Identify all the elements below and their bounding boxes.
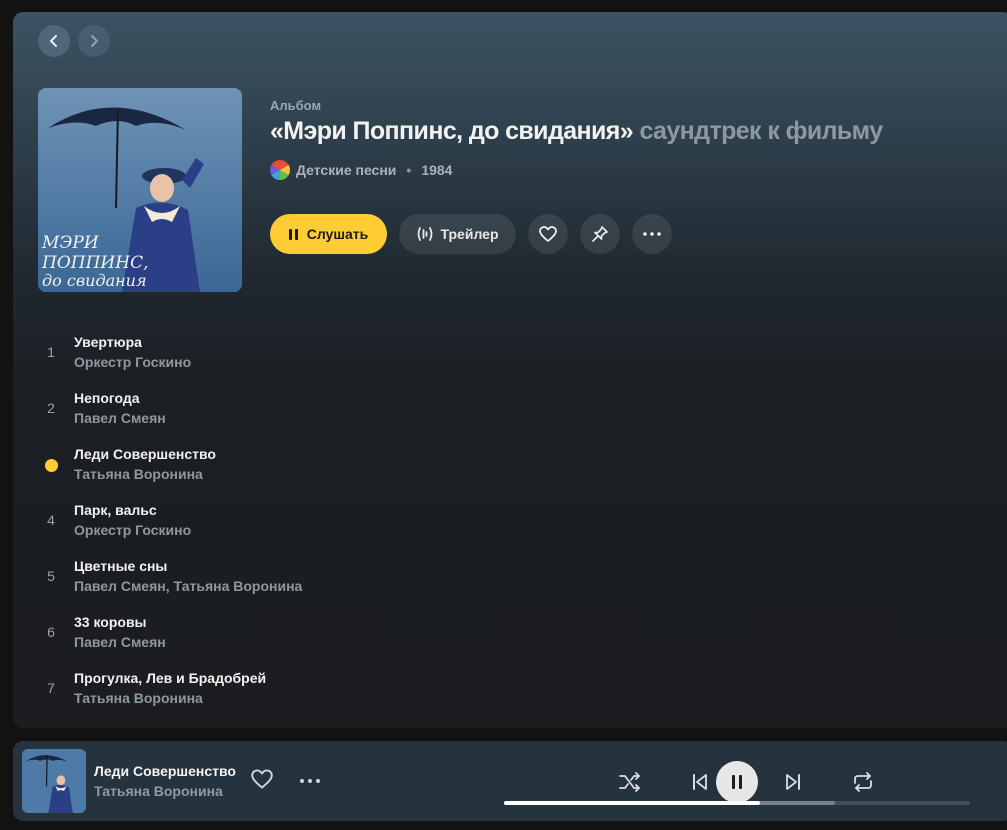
player-track-title[interactable]: Леди Совершенство [94, 763, 236, 779]
track-number: 1 [47, 344, 55, 360]
pause-icon [732, 775, 742, 789]
player-bar: Леди Совершенство Татьяна Воронина [13, 741, 1007, 821]
listen-label: Слушать [306, 226, 369, 242]
album-meta: Детские песни • 1984 [270, 160, 452, 180]
track-row[interactable]: 4 Парк, вальс Оркестр Госкино [38, 502, 638, 558]
next-button[interactable] [773, 762, 813, 802]
track-number: 2 [47, 400, 55, 416]
track-artist[interactable]: Павел Смеян [74, 634, 166, 650]
trailer-label: Трейлер [440, 226, 499, 242]
track-artist[interactable]: Татьяна Воронина [74, 466, 203, 482]
forward-button[interactable] [78, 25, 110, 57]
track-title[interactable]: Цветные сны [74, 558, 167, 574]
album-cover: МЭРИ ПОППИНС, до свидания [38, 88, 242, 292]
artist-link[interactable]: Детские песни [296, 162, 396, 178]
more-options-button[interactable] [632, 214, 672, 254]
listen-button[interactable]: Слушать [270, 214, 387, 254]
previous-button[interactable] [680, 762, 720, 802]
artist-avatar[interactable] [270, 160, 290, 180]
progress-played [504, 801, 761, 805]
track-row[interactable]: 1 Увертюра Оркестр Госкино [38, 334, 638, 390]
tracklist: 1 Увертюра Оркестр Госкино 2 Непогода Па… [38, 334, 638, 726]
album-actions: Слушать Трейлер [270, 214, 672, 254]
track-number: 6 [47, 624, 55, 640]
track-title[interactable]: Непогода [74, 390, 140, 406]
track-row[interactable]: 6 33 коровы Павел Смеян [38, 614, 638, 670]
track-title[interactable]: 33 коровы [74, 614, 147, 630]
shuffle-icon [619, 772, 640, 792]
album-type-label: Альбом [270, 98, 322, 113]
track-artist[interactable]: Павел Смеян, Татьяна Воронина [74, 578, 302, 594]
album-title: «Мэри Поппинс, до свидания» саундтрек к … [270, 117, 883, 146]
track-artist[interactable]: Павел Смеян [74, 410, 166, 426]
next-icon [786, 774, 800, 790]
more-dots-icon [643, 232, 661, 236]
previous-icon [693, 774, 707, 790]
track-row-playing[interactable]: Леди Совершенство Татьяна Воронина [38, 446, 638, 502]
track-title[interactable]: Прогулка, Лев и Брадобрей [74, 670, 266, 686]
more-dots-icon [300, 779, 320, 783]
track-number: 4 [47, 512, 55, 528]
track-row[interactable]: 7 Прогулка, Лев и Брадобрей Татьяна Воро… [38, 670, 638, 726]
track-artist[interactable]: Оркестр Госкино [74, 354, 191, 370]
repeat-icon [854, 772, 872, 792]
track-number: 5 [47, 568, 55, 584]
pin-button[interactable] [580, 214, 620, 254]
track-row[interactable]: 5 Цветные сны Павел Смеян, Татьяна Ворон… [38, 558, 638, 614]
player-like-button[interactable] [251, 769, 273, 794]
track-title[interactable]: Увертюра [74, 334, 142, 350]
now-playing-indicator [45, 459, 58, 472]
repeat-button[interactable] [843, 762, 883, 802]
chevron-left-icon [50, 35, 57, 47]
track-number: 7 [47, 680, 55, 696]
svg-text:до свидания: до свидания [42, 271, 147, 290]
progress-bar[interactable] [504, 801, 970, 805]
player-track-artist[interactable]: Татьяна Воронина [94, 783, 223, 799]
sound-wave-icon [418, 227, 433, 241]
album-title-main: «Мэри Поппинс, до свидания» [270, 117, 634, 145]
cover-title-text: МЭРИ [41, 233, 100, 253]
track-title[interactable]: Леди Совершенство [74, 446, 216, 462]
player-more-button[interactable] [299, 771, 321, 796]
player-cover[interactable] [22, 749, 86, 813]
album-year: 1984 [421, 162, 453, 178]
meta-separator: • [406, 162, 412, 178]
album-version: саундтрек к фильму [639, 117, 883, 145]
trailer-button[interactable]: Трейлер [399, 214, 516, 254]
heart-icon [251, 769, 273, 789]
track-artist[interactable]: Татьяна Воронина [74, 690, 203, 706]
track-artist[interactable]: Оркестр Госкино [74, 522, 191, 538]
heart-icon [539, 226, 557, 242]
chevron-right-icon [91, 35, 98, 47]
back-button[interactable] [38, 25, 70, 57]
album-header: Альбом «Мэри Поппинс, до свидания» саунд… [270, 98, 883, 146]
track-title[interactable]: Парк, вальс [74, 502, 157, 518]
svg-text:ПОППИНС,: ПОППИНС, [41, 253, 148, 273]
shuffle-button[interactable] [610, 762, 650, 802]
like-album-button[interactable] [528, 214, 568, 254]
album-page: МЭРИ ПОППИНС, до свидания Альбом «Мэри П… [13, 12, 1007, 728]
pause-icon [288, 228, 298, 240]
pause-button[interactable] [716, 761, 758, 803]
track-row[interactable]: 2 Непогода Павел Смеян [38, 390, 638, 446]
pin-icon [592, 226, 608, 242]
